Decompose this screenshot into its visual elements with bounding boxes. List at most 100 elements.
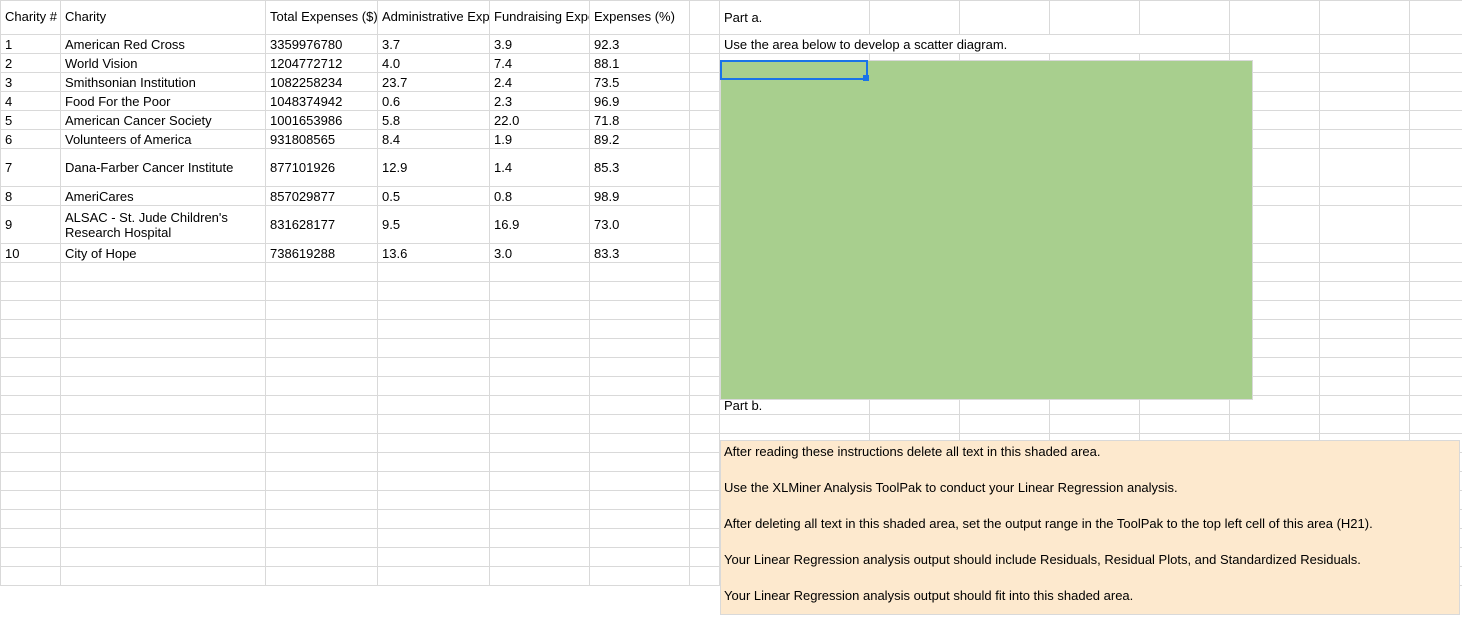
cell[interactable] [378,567,490,586]
cell[interactable] [1320,1,1410,35]
header-charity-num[interactable]: Charity # [1,1,61,35]
cell[interactable] [1320,35,1410,54]
cell[interactable]: 0.8 [490,187,590,206]
cell[interactable] [590,415,690,434]
cell[interactable] [690,54,720,73]
cell[interactable] [1,396,61,415]
cell[interactable]: American Cancer Society [61,111,266,130]
cell[interactable] [490,358,590,377]
cell[interactable] [61,548,266,567]
cell[interactable]: AmeriCares [61,187,266,206]
cell[interactable]: 9.5 [378,206,490,244]
cell[interactable] [61,415,266,434]
cell[interactable] [1230,35,1320,54]
cell[interactable]: 71.8 [590,111,690,130]
cell[interactable]: 16.9 [490,206,590,244]
cell[interactable] [590,567,690,586]
part-a-title[interactable]: Part a. [720,1,870,35]
cell[interactable] [266,263,378,282]
cell[interactable]: Volunteers of America [61,130,266,149]
cell[interactable] [61,377,266,396]
cell[interactable] [690,73,720,92]
cell[interactable] [378,453,490,472]
header-admin-expenses[interactable]: Administrative Expenses (%) [378,1,490,35]
cell[interactable] [490,567,590,586]
cell[interactable] [1410,396,1462,415]
cell[interactable] [1,415,61,434]
cell[interactable]: Smithsonian Institution [61,73,266,92]
cell[interactable]: Dana-Farber Cancer Institute [61,149,266,187]
cell[interactable] [690,244,720,263]
cell[interactable]: 73.5 [590,73,690,92]
cell[interactable] [1320,54,1410,73]
cell[interactable] [1,377,61,396]
cell[interactable] [266,320,378,339]
cell[interactable] [590,548,690,567]
cell[interactable] [690,1,720,35]
cell[interactable] [690,510,720,529]
cell[interactable]: 857029877 [266,187,378,206]
cell[interactable]: 2.3 [490,92,590,111]
cell[interactable] [378,548,490,567]
cell[interactable] [690,567,720,586]
cell[interactable] [1410,130,1462,149]
cell[interactable] [690,301,720,320]
cell[interactable] [1140,1,1230,35]
cell[interactable] [490,339,590,358]
cell[interactable] [1410,320,1462,339]
cell[interactable] [378,529,490,548]
cell[interactable]: 12.9 [378,149,490,187]
cell[interactable] [378,396,490,415]
cell[interactable] [1,320,61,339]
cell[interactable]: City of Hope [61,244,266,263]
cell[interactable] [378,415,490,434]
cell[interactable] [490,377,590,396]
cell[interactable] [1,358,61,377]
cell[interactable] [690,320,720,339]
cell[interactable] [590,453,690,472]
cell[interactable]: 96.9 [590,92,690,111]
cell[interactable] [690,548,720,567]
cell[interactable]: 0.6 [378,92,490,111]
cell[interactable]: 8 [1,187,61,206]
cell[interactable] [1,339,61,358]
cell[interactable] [590,339,690,358]
table-row[interactable]: 1 American Red Cross 3359976780 3.7 3.9 … [1,35,1462,54]
cell[interactable] [490,472,590,491]
cell[interactable] [690,130,720,149]
cell[interactable] [1320,92,1410,111]
cell[interactable]: 1 [1,35,61,54]
cell[interactable]: 6 [1,130,61,149]
cell[interactable]: 1.9 [490,130,590,149]
cell[interactable] [690,263,720,282]
cell[interactable] [870,1,960,35]
cell[interactable] [61,472,266,491]
cell[interactable] [590,491,690,510]
cell[interactable]: 85.3 [590,149,690,187]
cell[interactable] [266,567,378,586]
cell[interactable] [490,434,590,453]
cell[interactable] [590,472,690,491]
cell[interactable] [1320,320,1410,339]
cell[interactable] [378,377,490,396]
cell[interactable] [61,358,266,377]
cell[interactable] [490,263,590,282]
cell[interactable] [1410,111,1462,130]
cell[interactable]: Food For the Poor [61,92,266,111]
cell[interactable] [1410,377,1462,396]
cell[interactable]: 92.3 [590,35,690,54]
cell[interactable] [1320,301,1410,320]
cell[interactable] [1410,282,1462,301]
cell[interactable] [266,548,378,567]
cell[interactable]: 98.9 [590,187,690,206]
cell[interactable] [1320,339,1410,358]
cell[interactable] [61,282,266,301]
cell[interactable]: 22.0 [490,111,590,130]
cell[interactable] [1320,358,1410,377]
cell[interactable] [61,263,266,282]
cell[interactable] [590,434,690,453]
cell[interactable] [690,35,720,54]
cell[interactable] [266,396,378,415]
cell[interactable] [266,358,378,377]
cell[interactable] [266,472,378,491]
